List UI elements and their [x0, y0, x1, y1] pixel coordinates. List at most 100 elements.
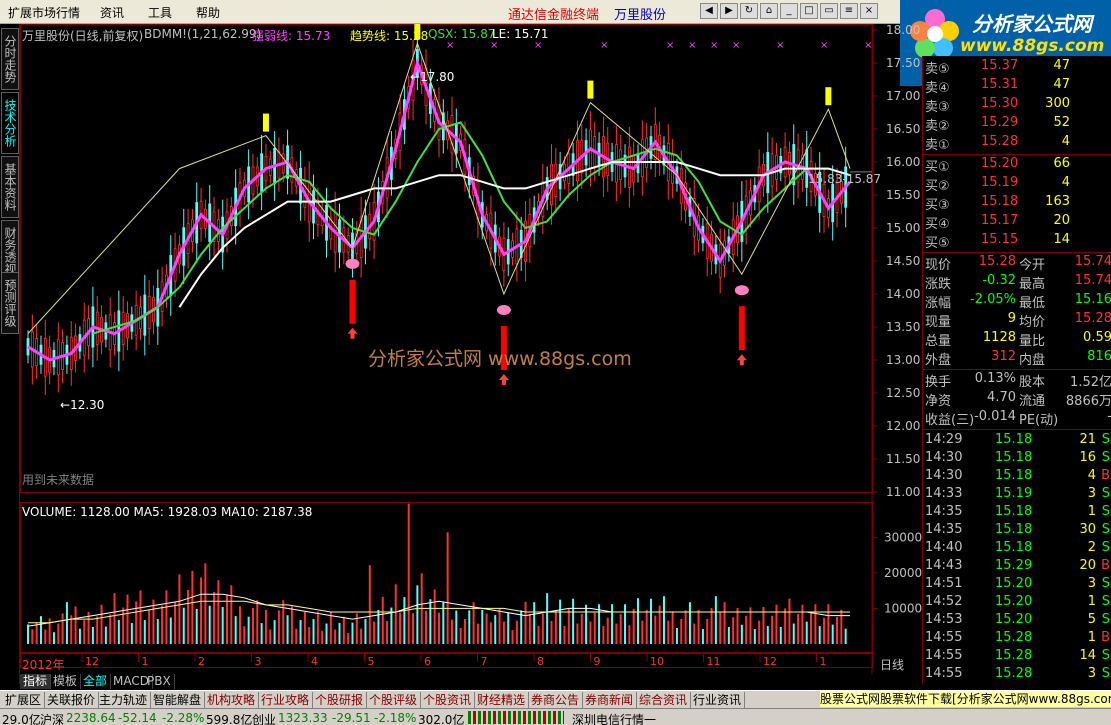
trend-line-value: 趋势线: 15.28	[350, 29, 429, 43]
function-button[interactable]: 综合资讯	[636, 692, 692, 708]
function-button[interactable]: 券商新闻	[582, 692, 638, 708]
maximize-icon[interactable]: □	[800, 3, 818, 19]
function-button[interactable]: 个股资讯	[420, 692, 476, 708]
tab-pbx[interactable]: PBX	[144, 674, 175, 689]
function-button[interactable]: 个股研报	[312, 692, 368, 708]
volume-bar	[706, 618, 709, 644]
le-value: LE: 15.71	[492, 27, 549, 41]
ad-banner[interactable]: 股票公式网股票软件下载[分析家公式网www.88gs.com]	[820, 691, 1111, 707]
volume-bar	[286, 615, 289, 644]
stat-label: 现量	[925, 315, 952, 330]
zigzag-line	[27, 41, 851, 334]
home-icon[interactable]: ⌂	[760, 3, 778, 19]
top-signal-marker	[825, 87, 832, 106]
ask-row[interactable]: 卖① 15.28 4	[923, 134, 1111, 153]
volume-bar	[745, 615, 748, 644]
volume-bar	[109, 614, 112, 644]
ask-row[interactable]: 卖⑤ 15.37 47	[923, 58, 1111, 77]
volume-bar	[74, 606, 77, 644]
volume-bar	[836, 616, 839, 644]
volume-bar	[100, 604, 103, 644]
volume-bar	[126, 594, 129, 644]
volume-bar	[251, 608, 254, 644]
tick-row: 14:40 15.18 2 S	[923, 540, 1111, 558]
tab-technical[interactable]: 技术分析	[1, 92, 19, 154]
volume-header: VOLUME: 1128.00 MA5: 1928.03 MA10: 2187.…	[22, 505, 313, 519]
bid-label: 买①	[925, 160, 950, 175]
volume-bar	[351, 622, 354, 644]
refresh-icon[interactable]: ↻	[740, 3, 758, 19]
back-icon[interactable]: ◀	[700, 3, 718, 19]
function-button[interactable]: 财经精选	[474, 692, 530, 708]
function-button[interactable]: 机构攻略	[204, 692, 260, 708]
qsx-value: QSX: 15.87	[428, 27, 496, 41]
function-button[interactable]: 主力轨迹	[96, 692, 152, 708]
bid-row[interactable]: 买④ 15.17 20	[923, 213, 1111, 232]
tick-side: B	[1101, 558, 1110, 573]
price-tick-label: 15.00	[886, 221, 920, 235]
bid-row[interactable]: 买② 15.19 4	[923, 175, 1111, 194]
volume-bar	[238, 606, 241, 644]
menu-tools[interactable]: 工具	[148, 4, 172, 21]
tab-fundamentals[interactable]: 基本资料	[1, 156, 19, 218]
volume-bar	[373, 621, 376, 644]
menu-extended-market[interactable]: 扩展市场行情	[8, 4, 80, 21]
volume-bar	[35, 622, 38, 644]
minimize-icon[interactable]: _	[780, 3, 798, 19]
ask-row[interactable]: 卖② 15.29 52	[923, 115, 1111, 134]
volume-bar	[844, 628, 847, 644]
volume-bar	[282, 600, 285, 644]
index-sh-label: 沪深	[40, 713, 65, 725]
volume-bar	[701, 629, 704, 644]
volume-bar	[840, 609, 843, 644]
function-button[interactable]: 扩展区	[2, 692, 46, 708]
volume-bar	[234, 616, 237, 644]
function-button[interactable]: 个股评级	[366, 692, 422, 708]
function-button[interactable]: 行业攻略	[258, 692, 314, 708]
tab-all[interactable]: 全部	[80, 674, 112, 689]
list-icon[interactable]: ≡	[840, 3, 858, 19]
period-label[interactable]: 日线	[880, 656, 904, 673]
volume-bar	[684, 610, 687, 644]
tick-price: 15.19	[995, 486, 1033, 501]
bid-row[interactable]: 买③ 15.18 163	[923, 194, 1111, 213]
server-name[interactable]: 深圳电信行情一	[572, 711, 656, 725]
volume-bar	[308, 626, 311, 644]
volume-bar	[273, 620, 276, 644]
function-button[interactable]: 关联报价	[44, 692, 100, 708]
ask-row[interactable]: 卖④ 15.31 47	[923, 77, 1111, 96]
volume-bar	[710, 608, 713, 644]
volume-bar	[230, 585, 233, 644]
bid-label: 买③	[925, 198, 950, 213]
signal-x-marker: ×	[776, 40, 784, 51]
volume-bar	[303, 611, 306, 644]
function-button[interactable]: 智能解盘	[150, 692, 206, 708]
tab-indicator[interactable]: 指标	[20, 674, 52, 689]
bid-row[interactable]: 买⑤ 15.15 14	[923, 232, 1111, 251]
function-button[interactable]: 券商公告	[528, 692, 584, 708]
tab-template[interactable]: 模板	[50, 674, 82, 689]
bid-row[interactable]: 买① 15.20 66	[923, 156, 1111, 175]
menu-help[interactable]: 帮助	[196, 4, 220, 21]
volume-bar	[407, 503, 410, 644]
volume-bar	[654, 615, 657, 644]
volume-bar	[169, 617, 172, 644]
tab-rating[interactable]: 预测评级	[1, 272, 19, 334]
tick-time: 14:40	[925, 540, 963, 555]
stat-row: 净资 4.70 流通 8866万	[923, 390, 1111, 409]
forward-icon[interactable]: ▶	[720, 3, 738, 19]
ask-row[interactable]: 卖③ 15.30 300	[923, 96, 1111, 115]
stat-value: 0.59	[1083, 330, 1111, 345]
tab-intraday[interactable]: 分时走势	[1, 28, 19, 90]
function-button[interactable]: 行业资讯	[690, 692, 746, 708]
volume-bar	[740, 624, 743, 644]
menu-news[interactable]: 资讯	[100, 4, 124, 21]
kline-chart[interactable]: 18.00 17.50 17.00 16.50 16.00 15.50 15.00 14.50…	[20, 24, 922, 684]
close-icon[interactable]: ×	[860, 3, 878, 19]
volume-bar	[697, 609, 700, 644]
tick-volume: 16	[1079, 450, 1096, 465]
volume-bar	[766, 626, 769, 644]
stat-label: 量比	[1019, 334, 1046, 349]
restore-icon[interactable]: ▭	[820, 3, 838, 19]
volume-bar	[784, 608, 787, 644]
